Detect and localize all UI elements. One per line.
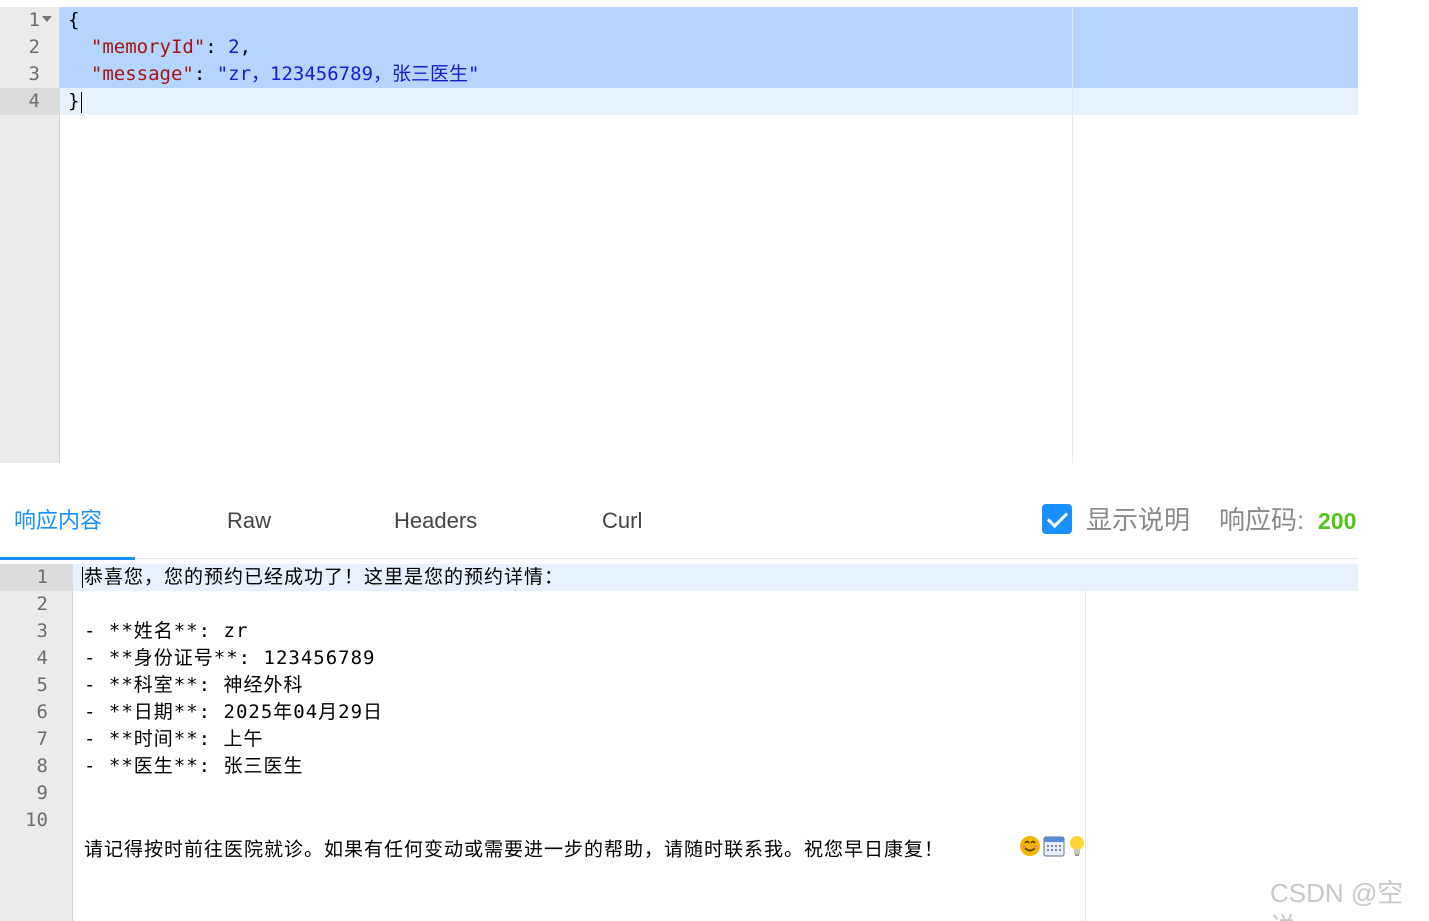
request-active-line-highlight: [60, 88, 1358, 115]
watermark: CSDN @空说: [1270, 878, 1404, 921]
tab-curl[interactable]: Curl: [602, 497, 642, 557]
response-closing-text: 请记得按时前往医院就诊。如果有任何变动或需要进一步的帮助，请随时联系我。祝您早日…: [84, 838, 945, 861]
json-colon: :: [205, 36, 229, 58]
smiling-face-icon: [1019, 836, 1040, 856]
line-number: 7: [36, 728, 48, 750]
line-number: 3: [28, 63, 40, 85]
code-line: "memoryId": 2,: [68, 34, 251, 61]
tab-headers[interactable]: Headers: [394, 497, 477, 557]
json-value: 2: [228, 36, 240, 58]
response-body-viewer[interactable]: 1 2 3 4 5 6 7 8 9 10 恭喜您，您的预约已经成功了！这里是您的…: [0, 564, 1358, 921]
line-number: 10: [25, 809, 48, 831]
code-line: {: [68, 7, 79, 34]
line-number: 2: [36, 593, 48, 615]
json-comma: ,: [239, 36, 252, 58]
line-number: 1: [36, 566, 48, 588]
request-body-editor[interactable]: 1 2 3 4 { "memoryId": 2, "message": "zr，…: [0, 7, 1358, 463]
response-line: - **时间**: 上午: [84, 728, 264, 750]
emoji-strip: [1019, 836, 1084, 857]
response-line: - **医生**: 张三医生: [84, 755, 304, 777]
light-bulb-icon: [1069, 836, 1084, 856]
text-cursor: [82, 567, 83, 588]
response-line: - **身份证号**: 123456789: [84, 647, 376, 669]
show-description-checkbox[interactable]: [1042, 504, 1072, 534]
json-colon: :: [193, 63, 217, 85]
response-code-label: 响应码:: [1219, 505, 1305, 535]
line-number: 5: [36, 674, 48, 696]
active-tab-indicator: [0, 557, 135, 560]
response-line: 恭喜您，您的预约已经成功了！这里是您的预约详情：: [84, 566, 565, 588]
line-number: 8: [36, 755, 48, 777]
json-brace: {: [68, 9, 80, 31]
text-cursor: [81, 92, 82, 113]
line-number: 3: [36, 620, 48, 642]
tab-response-content[interactable]: 响应内容: [14, 497, 102, 557]
response-line: - **姓名**: zr: [84, 620, 249, 642]
response-line: - **日期**: 2025年04月29日: [84, 701, 384, 723]
line-number: 1: [28, 9, 40, 31]
json-key: "message": [90, 63, 194, 85]
fold-arrow-icon[interactable]: [42, 16, 52, 22]
json-key: "memoryId": [90, 36, 206, 58]
tab-raw[interactable]: Raw: [227, 497, 271, 557]
response-line: - **科室**: 神经外科: [84, 674, 304, 696]
line-number: 4: [28, 90, 40, 112]
line-number: 6: [36, 701, 48, 723]
json-brace: }: [68, 90, 80, 112]
response-code-value: 200: [1318, 508, 1357, 534]
show-description-label[interactable]: 显示说明: [1086, 500, 1190, 540]
calendar-icon: [1043, 836, 1065, 857]
code-line: }: [68, 88, 79, 115]
line-number: 2: [28, 36, 40, 58]
line-number: 4: [36, 647, 48, 669]
json-value: "zr，123456789，张三医生": [216, 63, 480, 85]
emoji-icons: [944, 807, 1087, 893]
code-line: "message": "zr，123456789，张三医生": [68, 61, 480, 88]
line-number: 9: [36, 782, 48, 804]
response-line: 请记得按时前往医院就诊。如果有任何变动或需要进一步的帮助，请随时联系我。祝您早日…: [84, 807, 1087, 861]
request-print-margin: [1072, 7, 1073, 463]
